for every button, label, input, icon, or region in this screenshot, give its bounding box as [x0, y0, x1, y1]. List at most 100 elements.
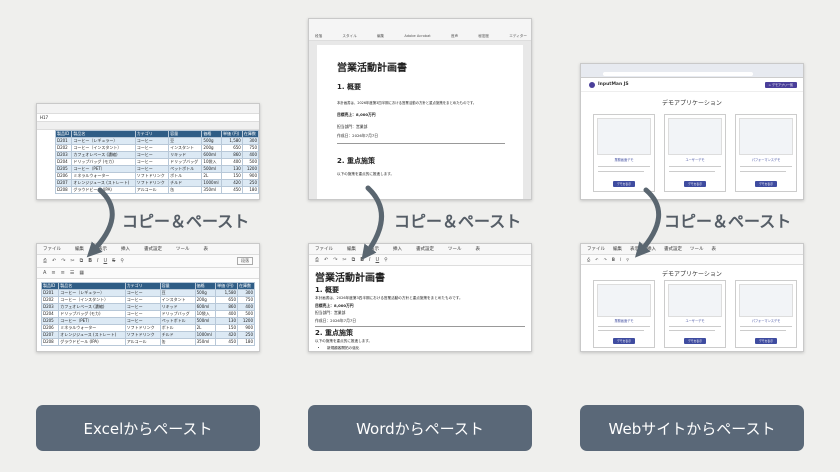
table-cell[interactable]: D201 — [40, 289, 60, 297]
table-cell[interactable]: 1200 — [241, 165, 259, 173]
table-cell[interactable]: 860 — [220, 151, 243, 159]
bold-icon[interactable]: B — [612, 257, 615, 262]
ribbon-group-label[interactable]: 編集 — [377, 34, 384, 39]
redo-icon[interactable]: ↷ — [333, 257, 337, 263]
table-cell[interactable]: ミネラルウォーター — [58, 324, 126, 332]
italic-icon[interactable]: I — [97, 258, 98, 264]
table-cell[interactable]: アルコール — [124, 338, 161, 346]
menu-item[interactable]: 編集 — [75, 246, 84, 252]
table-cell[interactable]: チルド — [159, 331, 196, 339]
table-cell[interactable]: 豆 — [168, 137, 203, 145]
undo-icon[interactable]: ↶ — [324, 257, 328, 263]
table-cell[interactable]: D201 — [54, 137, 73, 145]
table-cell[interactable]: グラウドビール (IPA) — [58, 338, 126, 346]
table-cell[interactable]: カフェオレベース (濃縮) — [58, 303, 126, 311]
table-cell[interactable]: 150 — [215, 324, 239, 332]
demo-card[interactable]: ユーザーデモ デモを表示 — [664, 280, 726, 348]
strike-icon[interactable]: S — [112, 258, 115, 264]
table-cell[interactable]: ボトル — [159, 324, 196, 332]
table-cell[interactable]: 400 — [237, 303, 255, 311]
menu-item[interactable]: 書式設定 — [664, 246, 682, 252]
table-cell[interactable]: アルコール — [134, 186, 170, 194]
table-cell[interactable]: コーヒー — [134, 165, 170, 173]
undo-icon[interactable]: ↶ — [52, 258, 56, 264]
table-cell[interactable]: カフェオレベース (濃縮) — [71, 151, 136, 159]
table-cell[interactable]: 1000ml — [201, 179, 222, 187]
ribbon-group-label[interactable]: 秘密度 — [478, 34, 489, 39]
table-cell[interactable]: コーヒー — [124, 303, 161, 311]
table-cell[interactable]: 600ml — [201, 151, 222, 159]
table-cell[interactable]: ドリップバッグ (モカ) — [71, 158, 136, 166]
demo-show-button[interactable]: デモを表示 — [613, 180, 635, 187]
table-cell[interactable]: 650 — [220, 144, 243, 152]
table-cell[interactable]: 400 — [215, 310, 239, 318]
table-cell[interactable]: 500ml — [201, 165, 222, 173]
demo-card[interactable]: 業務画面デモ デモを表示 — [593, 114, 655, 192]
table-cell[interactable]: 1,580 — [215, 289, 239, 297]
menu-item[interactable]: 編集 — [613, 246, 622, 252]
menu-item[interactable]: 表示 — [98, 246, 107, 252]
table-cell[interactable]: 1,580 — [220, 137, 243, 145]
menu-item[interactable]: ファイル — [315, 246, 333, 252]
menu-item[interactable]: 表 — [204, 246, 209, 252]
table-cell[interactable]: 2L — [194, 324, 217, 332]
table-cell[interactable]: 500g — [194, 289, 217, 297]
demo-show-button[interactable]: デモを表示 — [613, 338, 635, 345]
copy-icon[interactable]: ⧉ — [80, 258, 84, 264]
table-cell[interactable]: 500 — [237, 310, 255, 318]
demo-card[interactable]: パフォーマンスデモ デモを表示 — [735, 114, 797, 192]
table-cell[interactable]: インスタント — [168, 144, 203, 152]
table-cell[interactable]: 500ml — [194, 317, 217, 325]
table-cell[interactable]: 200g — [201, 144, 222, 152]
table-cell[interactable]: ドリップバッグ — [168, 158, 203, 166]
table-cell[interactable]: チルド — [168, 179, 203, 187]
table-cell[interactable]: 1200 — [237, 317, 255, 325]
table-cell[interactable]: 130 — [220, 165, 243, 173]
table-cell[interactable]: オレンジジュース (ストレート) — [58, 331, 126, 339]
table-cell[interactable]: 860 — [215, 303, 239, 311]
table-cell[interactable]: 130 — [215, 317, 239, 325]
link-icon[interactable]: ⚲ — [626, 257, 629, 262]
table-cell[interactable]: 1000ml — [194, 331, 217, 339]
table-cell[interactable]: 750 — [237, 296, 255, 304]
table-cell[interactable]: 2L — [201, 172, 222, 180]
table-cell[interactable]: コーヒー（レギュラー） — [58, 289, 126, 297]
link-icon[interactable]: ⚲ — [384, 257, 388, 263]
menu-item[interactable]: ツール — [690, 246, 704, 252]
redo-icon[interactable]: ↷ — [61, 258, 65, 264]
table-cell[interactable]: リキッド — [159, 303, 196, 311]
table-icon[interactable]: ▦ — [79, 270, 84, 276]
table-cell[interactable]: 500g — [201, 137, 222, 145]
table-cell[interactable]: 250 — [237, 331, 255, 339]
table-cell[interactable]: 900 — [237, 324, 255, 332]
font-color-icon[interactable]: A — [43, 270, 46, 276]
align-center-icon[interactable]: ≡ — [61, 270, 65, 276]
ribbon-group-label[interactable]: Adobe Acrobat — [404, 34, 430, 39]
table-cell[interactable]: 300 — [241, 137, 259, 145]
table-cell[interactable]: コーヒー（PET） — [58, 317, 126, 325]
table-cell[interactable]: ペットボトル — [159, 317, 196, 325]
table-cell[interactable]: 10袋入 — [201, 158, 222, 166]
table-cell[interactable]: 600ml — [194, 303, 217, 311]
table-cell[interactable]: コーヒー — [124, 317, 161, 325]
table-cell[interactable]: 300 — [237, 289, 255, 297]
table-cell[interactable]: ソフトドリンク — [134, 172, 170, 180]
menu-item[interactable]: 書式設定 — [144, 246, 162, 252]
table-cell[interactable]: コーヒー — [134, 158, 170, 166]
table-cell[interactable]: D205 — [54, 165, 73, 173]
table-cell[interactable]: コーヒー — [124, 310, 161, 318]
table-cell[interactable]: 150 — [220, 172, 243, 180]
web-logo[interactable]: InputMan JS — [598, 82, 629, 87]
print-icon[interactable]: ⎙ — [587, 257, 590, 262]
table-cell[interactable]: ドリップバッグ (モカ) — [58, 310, 126, 318]
paragraph-select[interactable]: 段落 — [237, 257, 253, 265]
table-cell[interactable]: 缶 — [159, 338, 196, 346]
underline-icon[interactable]: U — [376, 257, 380, 263]
table-cell[interactable]: 400 — [220, 158, 243, 166]
menu-item[interactable]: 表 — [712, 246, 717, 252]
menu-item[interactable]: 書式設定 — [416, 246, 434, 252]
menu-item[interactable]: 編集 — [347, 246, 356, 252]
table-cell[interactable]: ボトル — [168, 172, 203, 180]
table-cell[interactable]: グラウドビール (IPA) — [71, 186, 136, 194]
underline-icon[interactable]: U — [104, 258, 108, 264]
